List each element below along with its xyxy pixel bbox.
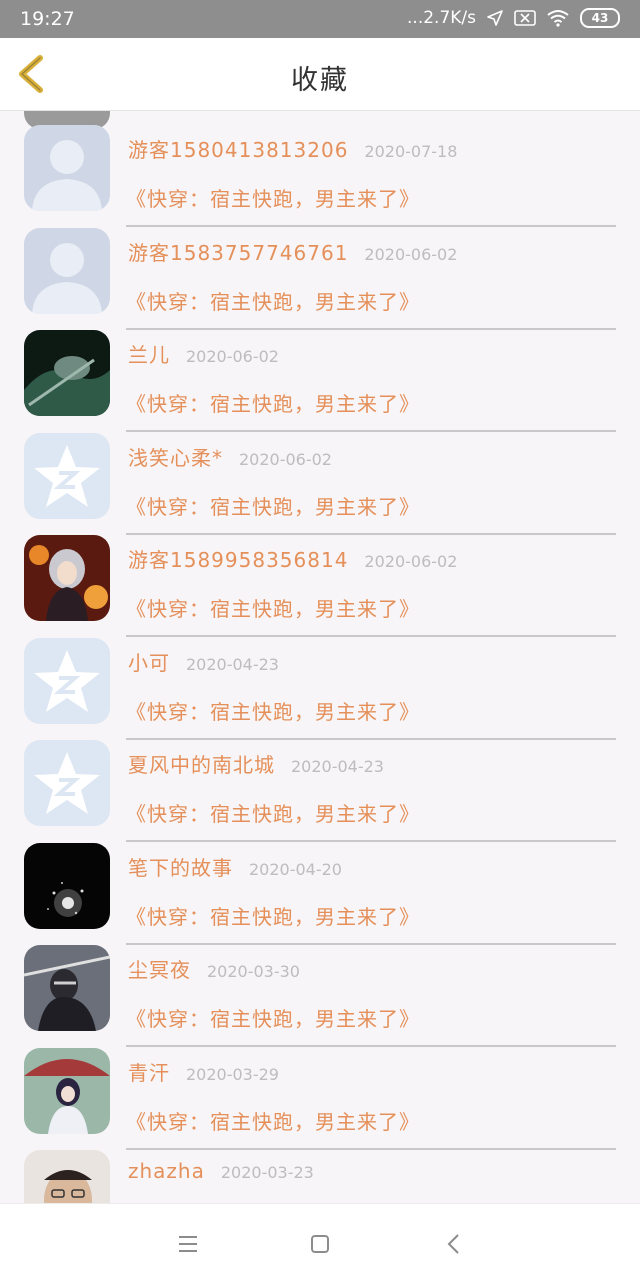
favorite-date: 2020-04-20 — [249, 859, 342, 879]
name-row: zhazha 2020-03-23 — [128, 1159, 314, 1183]
list-item[interactable]: 游客1589958356814 2020-06-02 《快穿：宿主快跑，男主来了… — [0, 521, 640, 637]
user-name[interactable]: 浅笑心柔* — [128, 442, 223, 471]
favorite-date: 2020-03-23 — [220, 1163, 314, 1182]
book-title[interactable]: 《快穿：宿主快跑，男主来了》 — [126, 1106, 420, 1135]
book-title[interactable]: 《快穿：宿主快跑，男主来了》 — [126, 286, 420, 315]
name-row: 笔下的故事 2020-04-20 — [128, 852, 342, 881]
chevron-left-icon — [447, 1234, 459, 1254]
list-item[interactable]: 青汗 2020-03-29 《快穿：宿主快跑，男主来了》 — [0, 1034, 640, 1150]
user-name[interactable]: 笔下的故事 — [128, 852, 233, 881]
name-row: 浅笑心柔* 2020-06-02 — [128, 442, 332, 471]
qzone-star-avatar-icon[interactable] — [24, 740, 110, 826]
list-item[interactable]: zhazha 2020-03-23 — [0, 1136, 640, 1203]
list-item[interactable]: 笔下的故事 2020-04-20 《快穿：宿主快跑，男主来了》 — [0, 829, 640, 945]
name-row: 尘冥夜 2020-03-30 — [128, 954, 300, 983]
favorite-date: 2020-06-02 — [364, 552, 458, 571]
wifi-icon — [546, 9, 570, 27]
navigation-bar — [0, 1203, 640, 1281]
default-user-avatar-icon[interactable] — [24, 125, 110, 211]
network-speed: ...2.7K/s — [407, 8, 476, 28]
umbrella-girl-avatar[interactable] — [24, 1047, 110, 1134]
list-item[interactable]: 游客1580413813206 2020-07-18 《快穿：宿主快跑，男主来了… — [0, 111, 640, 227]
ninja-avatar[interactable] — [24, 945, 110, 1031]
list-item[interactable]: 游客1583757746761 2020-06-02 《快穿：宿主快跑，男主来了… — [0, 214, 640, 330]
book-title[interactable]: 《快穿：宿主快跑，男主来了》 — [126, 798, 420, 827]
list-item[interactable]: 小可 2020-04-23 《快穿：宿主快跑，男主来了》 — [0, 624, 640, 740]
name-row: 夏风中的南北城 2020-04-23 — [128, 749, 384, 778]
page-title: 收藏 — [291, 65, 349, 96]
man-photo-avatar[interactable] — [24, 1150, 110, 1203]
status-icons: ...2.7K/s 43 — [407, 8, 620, 28]
anime-girl-avatar[interactable] — [24, 535, 110, 621]
favorite-date: 2020-03-30 — [207, 962, 300, 981]
list-item[interactable]: 夏风中的南北城 2020-04-23 《快穿：宿主快跑，男主来了》 — [0, 726, 640, 842]
book-title[interactable]: 《快穿：宿主快跑，男主来了》 — [126, 901, 420, 930]
menu-icon — [179, 1236, 197, 1252]
book-title[interactable]: 《快穿：宿主快跑，男主来了》 — [126, 696, 420, 725]
nav-back-button[interactable] — [438, 1228, 470, 1260]
battery-icon: 43 — [580, 8, 620, 28]
user-name[interactable]: 青汗 — [128, 1057, 170, 1086]
favorite-date: 2020-04-23 — [291, 757, 384, 776]
user-name[interactable]: 尘冥夜 — [128, 954, 191, 983]
name-row: 游客1583757746761 2020-06-02 — [128, 237, 457, 266]
favorite-date: 2020-06-02 — [186, 347, 279, 366]
name-row: 游客1580413813206 2020-07-18 — [128, 134, 457, 163]
status-time: 19:27 — [20, 8, 75, 30]
dark-photo-avatar[interactable] — [24, 330, 110, 416]
favorite-date: 2020-03-29 — [186, 1064, 279, 1084]
list-item[interactable]: 兰儿 2020-06-02 《快穿：宿主快跑，男主来了》 — [0, 316, 640, 432]
favorite-date: 2020-04-23 — [186, 654, 279, 674]
favorite-date: 2020-06-02 — [239, 449, 332, 469]
user-name[interactable]: 游客1589958356814 — [128, 544, 348, 573]
user-name[interactable]: 小可 — [128, 647, 170, 676]
user-name[interactable]: 夏风中的南北城 — [128, 749, 275, 778]
sparkle-night-avatar[interactable] — [24, 842, 110, 929]
default-user-avatar-icon[interactable] — [24, 227, 110, 314]
list-item[interactable]: 浅笑心柔* 2020-06-02 《快穿：宿主快跑，男主来了》 — [0, 419, 640, 535]
name-row: 青汗 2020-03-29 — [128, 1057, 279, 1086]
home-square-icon — [311, 1235, 329, 1253]
book-title[interactable]: 《快穿：宿主快跑，男主来了》 — [126, 1003, 420, 1032]
user-name[interactable]: 游客1583757746761 — [128, 237, 348, 266]
favorites-list[interactable]: 游客1580413813206 2020-07-18 《快穿：宿主快跑，男主来了… — [0, 111, 640, 1203]
name-row: 小可 2020-04-23 — [128, 647, 279, 676]
book-title[interactable]: 《快穿：宿主快跑，男主来了》 — [126, 593, 420, 622]
menu-button[interactable] — [172, 1228, 204, 1260]
name-row: 游客1589958356814 2020-06-02 — [128, 544, 457, 573]
header: 收藏 — [0, 38, 640, 111]
location-arrow-icon — [486, 9, 504, 27]
favorite-date: 2020-07-18 — [364, 142, 458, 161]
name-row: 兰儿 2020-06-02 — [128, 339, 279, 368]
book-title[interactable]: 《快穿：宿主快跑，男主来了》 — [126, 388, 420, 417]
qzone-star-avatar-icon[interactable] — [24, 637, 110, 724]
book-title[interactable]: 《快穿：宿主快跑，男主来了》 — [126, 491, 420, 520]
no-sim-icon — [514, 9, 536, 27]
home-button[interactable] — [304, 1228, 336, 1260]
favorite-date: 2020-06-02 — [364, 244, 458, 264]
list-item[interactable]: 尘冥夜 2020-03-30 《快穿：宿主快跑，男主来了》 — [0, 931, 640, 1047]
user-name[interactable]: 兰儿 — [128, 339, 170, 368]
status-bar: 19:27 ...2.7K/s 43 — [0, 0, 640, 38]
qzone-star-avatar-icon[interactable] — [24, 432, 110, 519]
user-name[interactable]: zhazha — [128, 1159, 205, 1183]
user-name[interactable]: 游客1580413813206 — [128, 134, 348, 163]
book-title[interactable]: 《快穿：宿主快跑，男主来了》 — [126, 183, 420, 212]
